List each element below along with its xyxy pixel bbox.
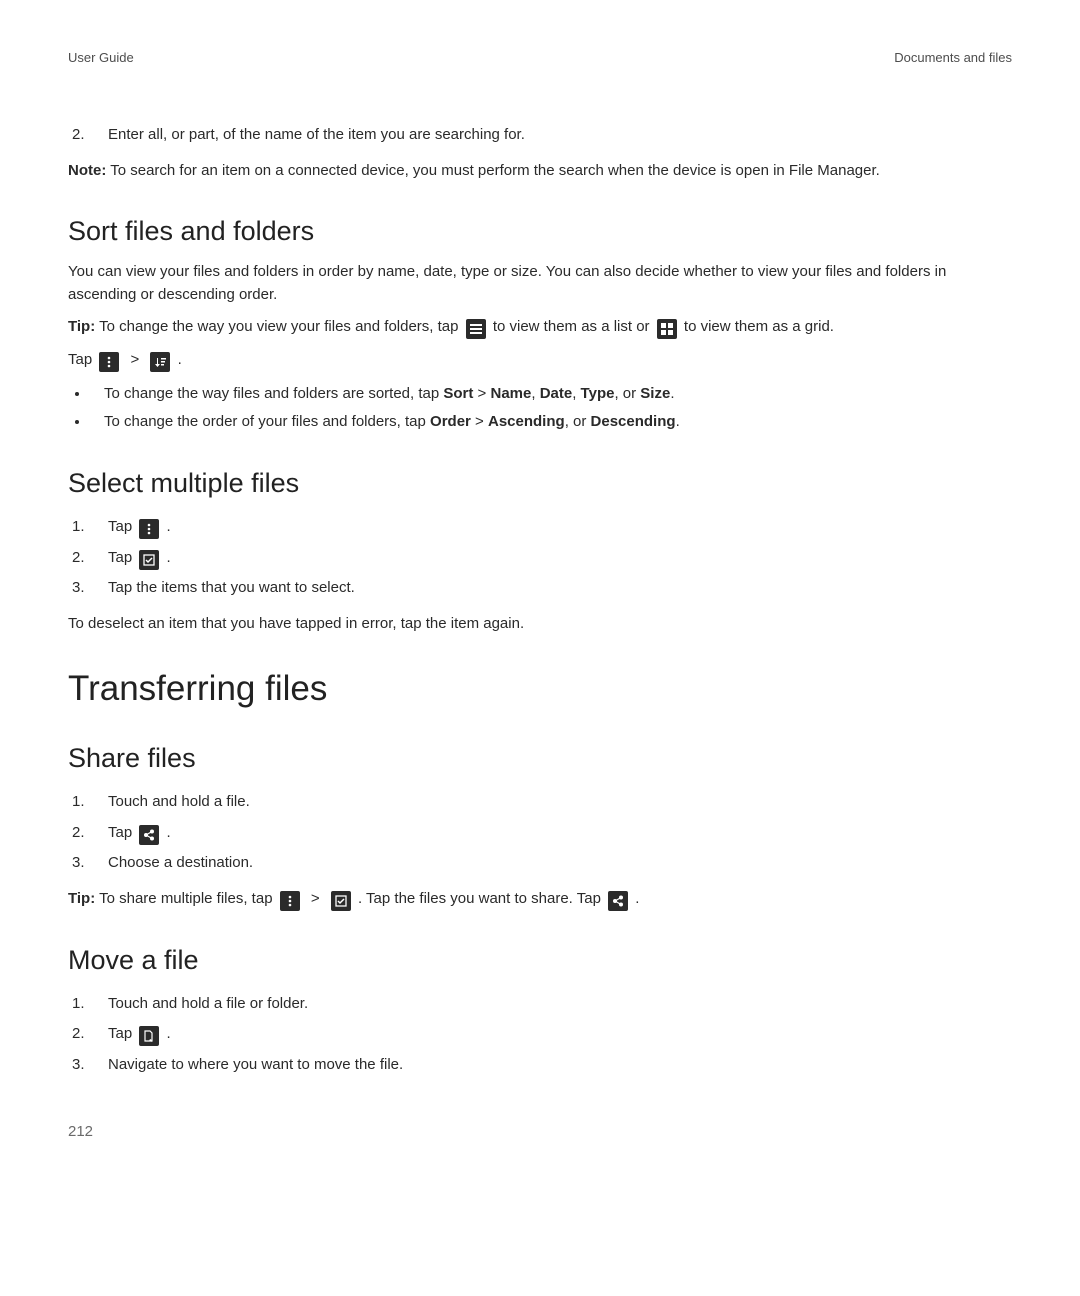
txt: . Tap the files you want to share. Tap [358,890,605,907]
list-item: Tap . [72,513,1012,542]
list-item: Tap . [72,1020,1012,1049]
txt: . [178,351,182,368]
txt: Choose a destination. [108,854,253,871]
txt: Tap [108,824,136,841]
txt: . [167,518,171,535]
txt: , or [565,413,591,430]
bold: Ascending [488,413,565,430]
list-item: Tap . [72,819,1012,848]
list-item: Tap the items that you want to select. [72,574,1012,603]
txt: , [531,385,539,402]
list-item: Choose a destination. [72,849,1012,878]
txt: . [167,549,171,566]
txt: To change the way you view your files an… [95,318,462,335]
list-item: To change the order of your files and fo… [90,410,1012,434]
txt: > [473,385,490,402]
share-icon [608,891,628,911]
sort-tip: Tip: To change the way you view your fil… [68,316,1012,339]
header-right: Documents and files [894,50,1012,65]
page-header: User Guide Documents and files [68,50,1012,65]
txt: Tap the items that you want to select. [108,579,355,596]
txt: Tap [108,1025,136,1042]
txt: To change the way files and folders are … [104,385,443,402]
txt: to view them as a grid. [684,318,834,335]
list-view-icon [466,319,486,339]
txt: Tap [108,549,136,566]
grid-view-icon [657,319,677,339]
header-left: User Guide [68,50,134,65]
txt: . [167,1025,171,1042]
list-item: Touch and hold a file or folder. [72,990,1012,1019]
bold: Name [490,385,531,402]
txt: Tap [68,351,96,368]
heading-transferring: Transferring files [68,669,1012,709]
more-options-icon [280,891,300,911]
deselect-note: To deselect an item that you have tapped… [68,613,1012,636]
tip-label: Tip: [68,890,95,907]
txt: , [572,385,580,402]
txt: Tap [108,518,136,535]
bold: Size [640,385,670,402]
select-icon [331,891,351,911]
sort-bullet-list: To change the way files and folders are … [68,382,1012,434]
page-number: 212 [68,1123,1012,1140]
bold: Order [430,413,471,430]
txt: To share multiple files, tap [95,890,276,907]
bold: Descending [591,413,676,430]
move-file-icon [139,1026,159,1046]
more-options-icon [99,352,119,372]
step-text: Enter all, or part, of the name of the i… [108,126,525,143]
note-label: Note: [68,162,106,179]
txt: . [635,890,639,907]
txt: Touch and hold a file or folder. [108,995,308,1012]
txt: > [471,413,488,430]
sort-desc: You can view your files and folders in o… [68,261,1012,306]
txt: Touch and hold a file. [108,793,250,810]
move-steps: Touch and hold a file or folder. Tap . N… [68,990,1012,1080]
bold: Type [581,385,615,402]
txt: . [167,824,171,841]
list-item: Enter all, or part, of the name of the i… [72,121,1012,150]
intro-step-list: Enter all, or part, of the name of the i… [68,121,1012,150]
list-item: Navigate to where you want to move the f… [72,1051,1012,1080]
bold: Date [540,385,573,402]
sort-icon [150,352,170,372]
list-item: Tap . [72,544,1012,573]
tip-label: Tip: [68,318,95,335]
share-icon [139,825,159,845]
more-options-icon [139,519,159,539]
heading-move: Move a file [68,945,1012,976]
sort-tap-line: Tap > . [68,349,1012,372]
select-icon [139,550,159,570]
txt: . [676,413,680,430]
txt: To change the order of your files and fo… [104,413,430,430]
heading-share: Share files [68,743,1012,774]
txt: , or [614,385,640,402]
note-paragraph: Note: To search for an item on a connect… [68,160,1012,183]
share-steps: Touch and hold a file. Tap . Choose a de… [68,788,1012,878]
heading-sort: Sort files and folders [68,216,1012,247]
share-tip: Tip: To share multiple files, tap > . Ta… [68,888,1012,911]
txt: . [670,385,674,402]
select-steps: Tap . Tap . Tap the items that you want … [68,513,1012,603]
separator: > [131,351,144,368]
separator: > [311,890,324,907]
list-item: Touch and hold a file. [72,788,1012,817]
bold: Sort [443,385,473,402]
heading-select-multiple: Select multiple files [68,468,1012,499]
list-item: To change the way files and folders are … [90,382,1012,406]
note-text: To search for an item on a connected dev… [106,162,879,179]
txt: to view them as a list or [493,318,654,335]
txt: Navigate to where you want to move the f… [108,1056,403,1073]
